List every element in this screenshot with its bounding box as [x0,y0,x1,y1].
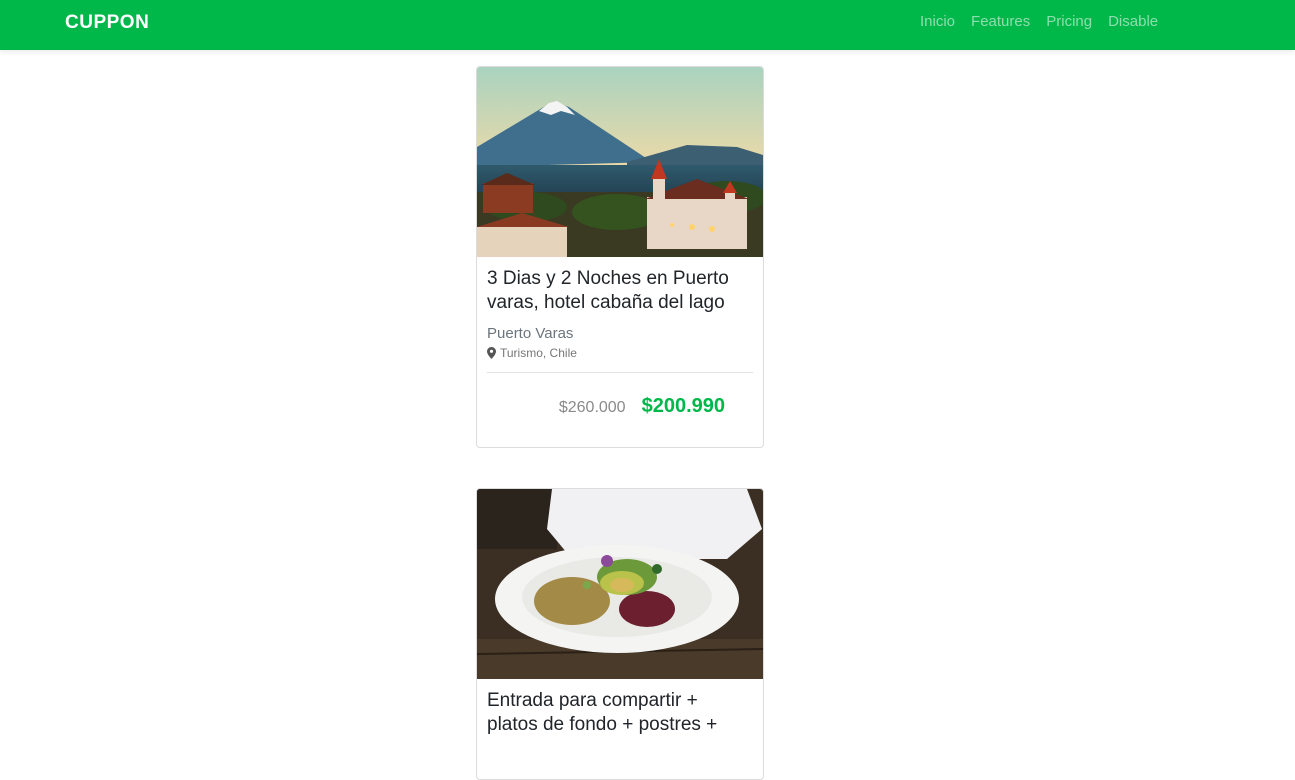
new-price: $200.990 [641,395,725,417]
deal-title[interactable]: 3 Dias y 2 Noches en Puerto varas, hotel… [487,267,753,315]
deal-prices: $260.000 $200.990 [487,373,753,418]
deal-card-body: Entrada para compartir + platos de fondo… [477,679,763,737]
nav-link-disable[interactable]: Disable [1108,13,1158,30]
deal-category: Turismo, Chile [487,346,753,360]
nav-link-features[interactable]: Features [971,13,1030,30]
old-price: $260.000 [558,399,626,416]
deal-image-puerto-varas[interactable] [477,67,763,257]
nav-link-pricing[interactable]: Pricing [1046,13,1092,30]
nav-link-inicio[interactable]: Inicio [920,13,955,30]
deal-image-salad[interactable] [477,489,763,679]
deal-card[interactable]: Entrada para compartir + platos de fondo… [476,488,764,780]
deal-category-text: Turismo, Chile [500,346,577,360]
deal-card-body: 3 Dias y 2 Noches en Puerto varas, hotel… [477,257,763,418]
top-navbar: CUPPON Inicio Features Pricing Disable [0,0,1295,50]
map-pin-icon [487,347,496,359]
nav-links: Inicio Features Pricing Disable [920,13,1158,30]
deal-card[interactable]: 3 Dias y 2 Noches en Puerto varas, hotel… [476,66,764,448]
deal-title[interactable]: Entrada para compartir + platos de fondo… [487,689,753,737]
deal-location-name: Puerto Varas [487,325,574,342]
brand-logo[interactable]: CUPPON [65,12,149,34]
